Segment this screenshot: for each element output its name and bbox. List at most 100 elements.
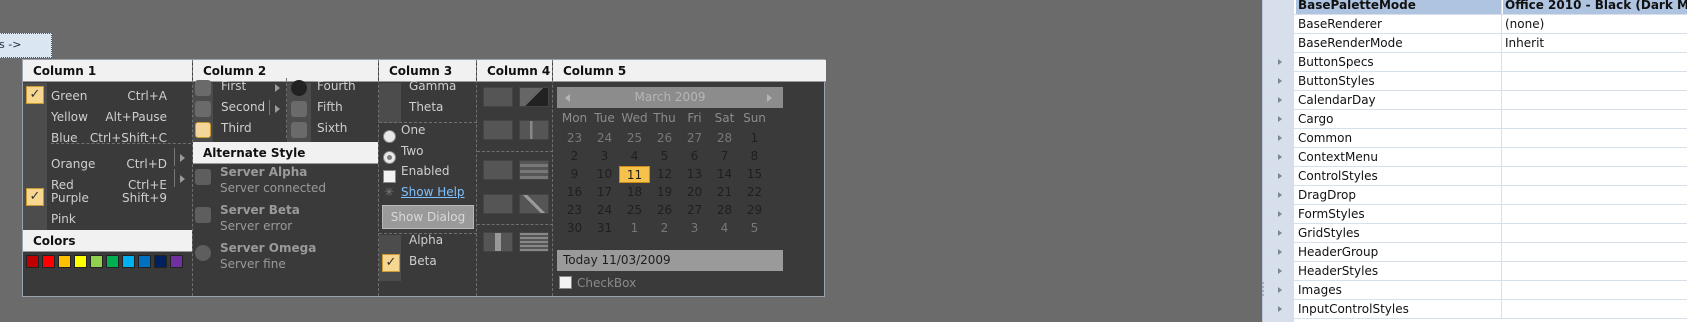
property-value[interactable]: Inherit	[1503, 34, 1687, 52]
flag-icon[interactable]	[483, 194, 513, 214]
calendar-day[interactable]: 6	[679, 148, 710, 165]
property-value[interactable]	[1503, 53, 1687, 71]
flag-icon[interactable]	[519, 87, 549, 107]
expand-icon[interactable]	[1278, 78, 1282, 84]
property-value[interactable]	[1503, 262, 1687, 280]
calendar-day[interactable]: 20	[679, 184, 710, 201]
calendar-day[interactable]: 25	[619, 202, 650, 219]
flag-icon[interactable]	[519, 232, 549, 252]
menu-item-purple[interactable]: Purple Shift+9	[51, 188, 191, 209]
menu-item-sixth[interactable]: Sixth	[317, 118, 377, 139]
calendar-day[interactable]: 1	[619, 220, 650, 237]
property-value[interactable]	[1503, 72, 1687, 90]
expand-icon[interactable]	[1278, 249, 1282, 255]
calendar-day[interactable]: 26	[649, 130, 680, 147]
property-row[interactable]: BaseRenderMode Inherit	[1263, 34, 1687, 53]
menu-item-green[interactable]: Green Ctrl+A	[51, 86, 191, 107]
menu-item-fifth[interactable]: Fifth	[317, 97, 377, 118]
expand-icon[interactable]	[1278, 287, 1282, 293]
property-row[interactable]: BasePaletteMode Office 2010 - Black (Dark…	[1263, 0, 1687, 15]
context-menu-trigger-button[interactable]: s ->	[0, 33, 52, 58]
calendar-day[interactable]: 27	[679, 130, 710, 147]
calendar-day[interactable]: 14	[709, 166, 740, 183]
color-swatch[interactable]	[170, 255, 183, 268]
flag-icon[interactable]	[519, 160, 549, 180]
calendar-day[interactable]: 4	[709, 220, 740, 237]
calendar-day[interactable]: 10	[589, 166, 620, 183]
property-row[interactable]: Images	[1263, 281, 1687, 300]
calendar-day[interactable]: 31	[589, 220, 620, 237]
property-row[interactable]: GridStyles	[1263, 224, 1687, 243]
calendar-day[interactable]: 1	[739, 130, 770, 147]
property-value[interactable]	[1503, 91, 1687, 109]
expand-icon[interactable]	[1278, 211, 1282, 217]
menu-item-beta[interactable]: Beta	[409, 251, 437, 272]
menu-item-theta[interactable]: Theta	[409, 97, 443, 118]
calendar-next-icon[interactable]	[767, 94, 772, 102]
property-value[interactable]	[1503, 148, 1687, 166]
property-row[interactable]: ButtonSpecs	[1263, 53, 1687, 72]
expand-icon[interactable]	[1278, 192, 1282, 198]
calendar-prev-icon[interactable]	[565, 94, 570, 102]
expand-icon[interactable]	[1278, 230, 1282, 236]
show-dialog-button[interactable]: Show Dialog	[382, 205, 474, 229]
calendar-day[interactable]: 8	[739, 148, 770, 165]
calendar-day[interactable]: 4	[619, 148, 650, 165]
property-value[interactable]	[1503, 281, 1687, 299]
menu-item-first[interactable]: First	[221, 76, 281, 97]
calendar-day[interactable]: 3	[589, 148, 620, 165]
calendar-day[interactable]: 28	[709, 202, 740, 219]
radio-two[interactable]	[383, 151, 396, 164]
property-value[interactable]	[1503, 186, 1687, 204]
property-value[interactable]	[1503, 110, 1687, 128]
flag-icon[interactable]	[483, 232, 513, 252]
calendar-day[interactable]: 12	[649, 166, 680, 183]
property-row[interactable]: Cargo	[1263, 110, 1687, 129]
calendar-day[interactable]: 28	[709, 130, 740, 147]
color-swatch[interactable]	[42, 255, 55, 268]
calendar-day[interactable]: 30	[559, 220, 590, 237]
property-row[interactable]: ButtonStyles	[1263, 72, 1687, 91]
calendar-day[interactable]: 11	[619, 166, 650, 183]
color-swatch[interactable]	[26, 255, 39, 268]
property-value[interactable]	[1503, 224, 1687, 242]
calendar-day[interactable]: 24	[589, 130, 620, 147]
menu-item-pink[interactable]: Pink	[51, 209, 191, 230]
property-row[interactable]: HeaderGroup	[1263, 243, 1687, 262]
color-swatch[interactable]	[138, 255, 151, 268]
menu-item-fourth[interactable]: Fourth	[317, 76, 377, 97]
menu-item-gamma[interactable]: Gamma	[409, 76, 456, 97]
property-value[interactable]	[1503, 205, 1687, 223]
color-swatch[interactable]	[74, 255, 87, 268]
calendar-day[interactable]: 3	[679, 220, 710, 237]
property-row[interactable]: DragDrop	[1263, 186, 1687, 205]
property-row[interactable]: CalendarDay	[1263, 91, 1687, 110]
calendar-day[interactable]: 2	[559, 148, 590, 165]
property-row[interactable]: FormStyles	[1263, 205, 1687, 224]
calendar-day[interactable]: 23	[559, 130, 590, 147]
color-swatch[interactable]	[122, 255, 135, 268]
color-swatch[interactable]	[58, 255, 71, 268]
expand-icon[interactable]	[1278, 97, 1282, 103]
flag-icon[interactable]	[483, 120, 513, 140]
expand-icon[interactable]	[1278, 268, 1282, 274]
flag-icon[interactable]	[519, 120, 549, 140]
calendar-day[interactable]: 9	[559, 166, 590, 183]
property-value[interactable]: (none)	[1503, 15, 1687, 33]
property-value[interactable]	[1503, 129, 1687, 147]
expand-icon[interactable]	[1278, 173, 1282, 179]
expand-icon[interactable]	[1278, 306, 1282, 312]
calendar-day[interactable]: 5	[739, 220, 770, 237]
menu-item-orange[interactable]: Orange Ctrl+D	[51, 154, 191, 175]
menu-item-second[interactable]: Second	[221, 97, 281, 118]
color-swatch[interactable]	[106, 255, 119, 268]
property-value[interactable]	[1503, 167, 1687, 185]
property-row[interactable]: InputControlStyles	[1263, 300, 1687, 319]
calendar-day[interactable]: 21	[709, 184, 740, 201]
property-value[interactable]: Office 2010 - Black (Dark Mode)	[1503, 0, 1687, 14]
today-button[interactable]: Today 11/03/2009	[557, 250, 783, 271]
calendar-day[interactable]: 24	[589, 202, 620, 219]
property-row[interactable]: ContextMenu	[1263, 148, 1687, 167]
expand-icon[interactable]	[1278, 116, 1282, 122]
property-value[interactable]	[1503, 300, 1687, 318]
